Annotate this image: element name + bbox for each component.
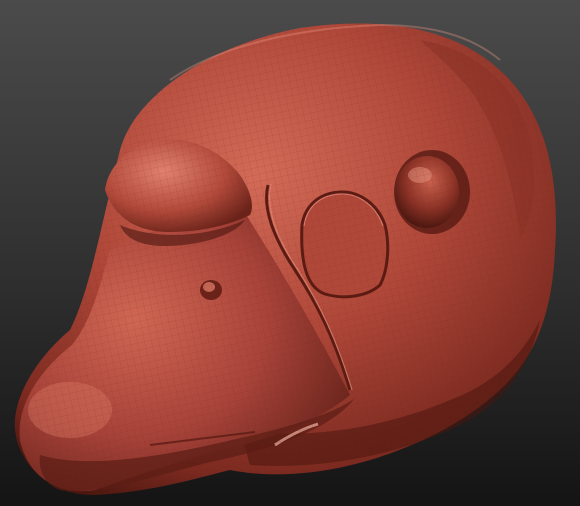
sculpt-viewport[interactable] (0, 0, 580, 506)
viewport-canvas[interactable] (0, 0, 580, 506)
